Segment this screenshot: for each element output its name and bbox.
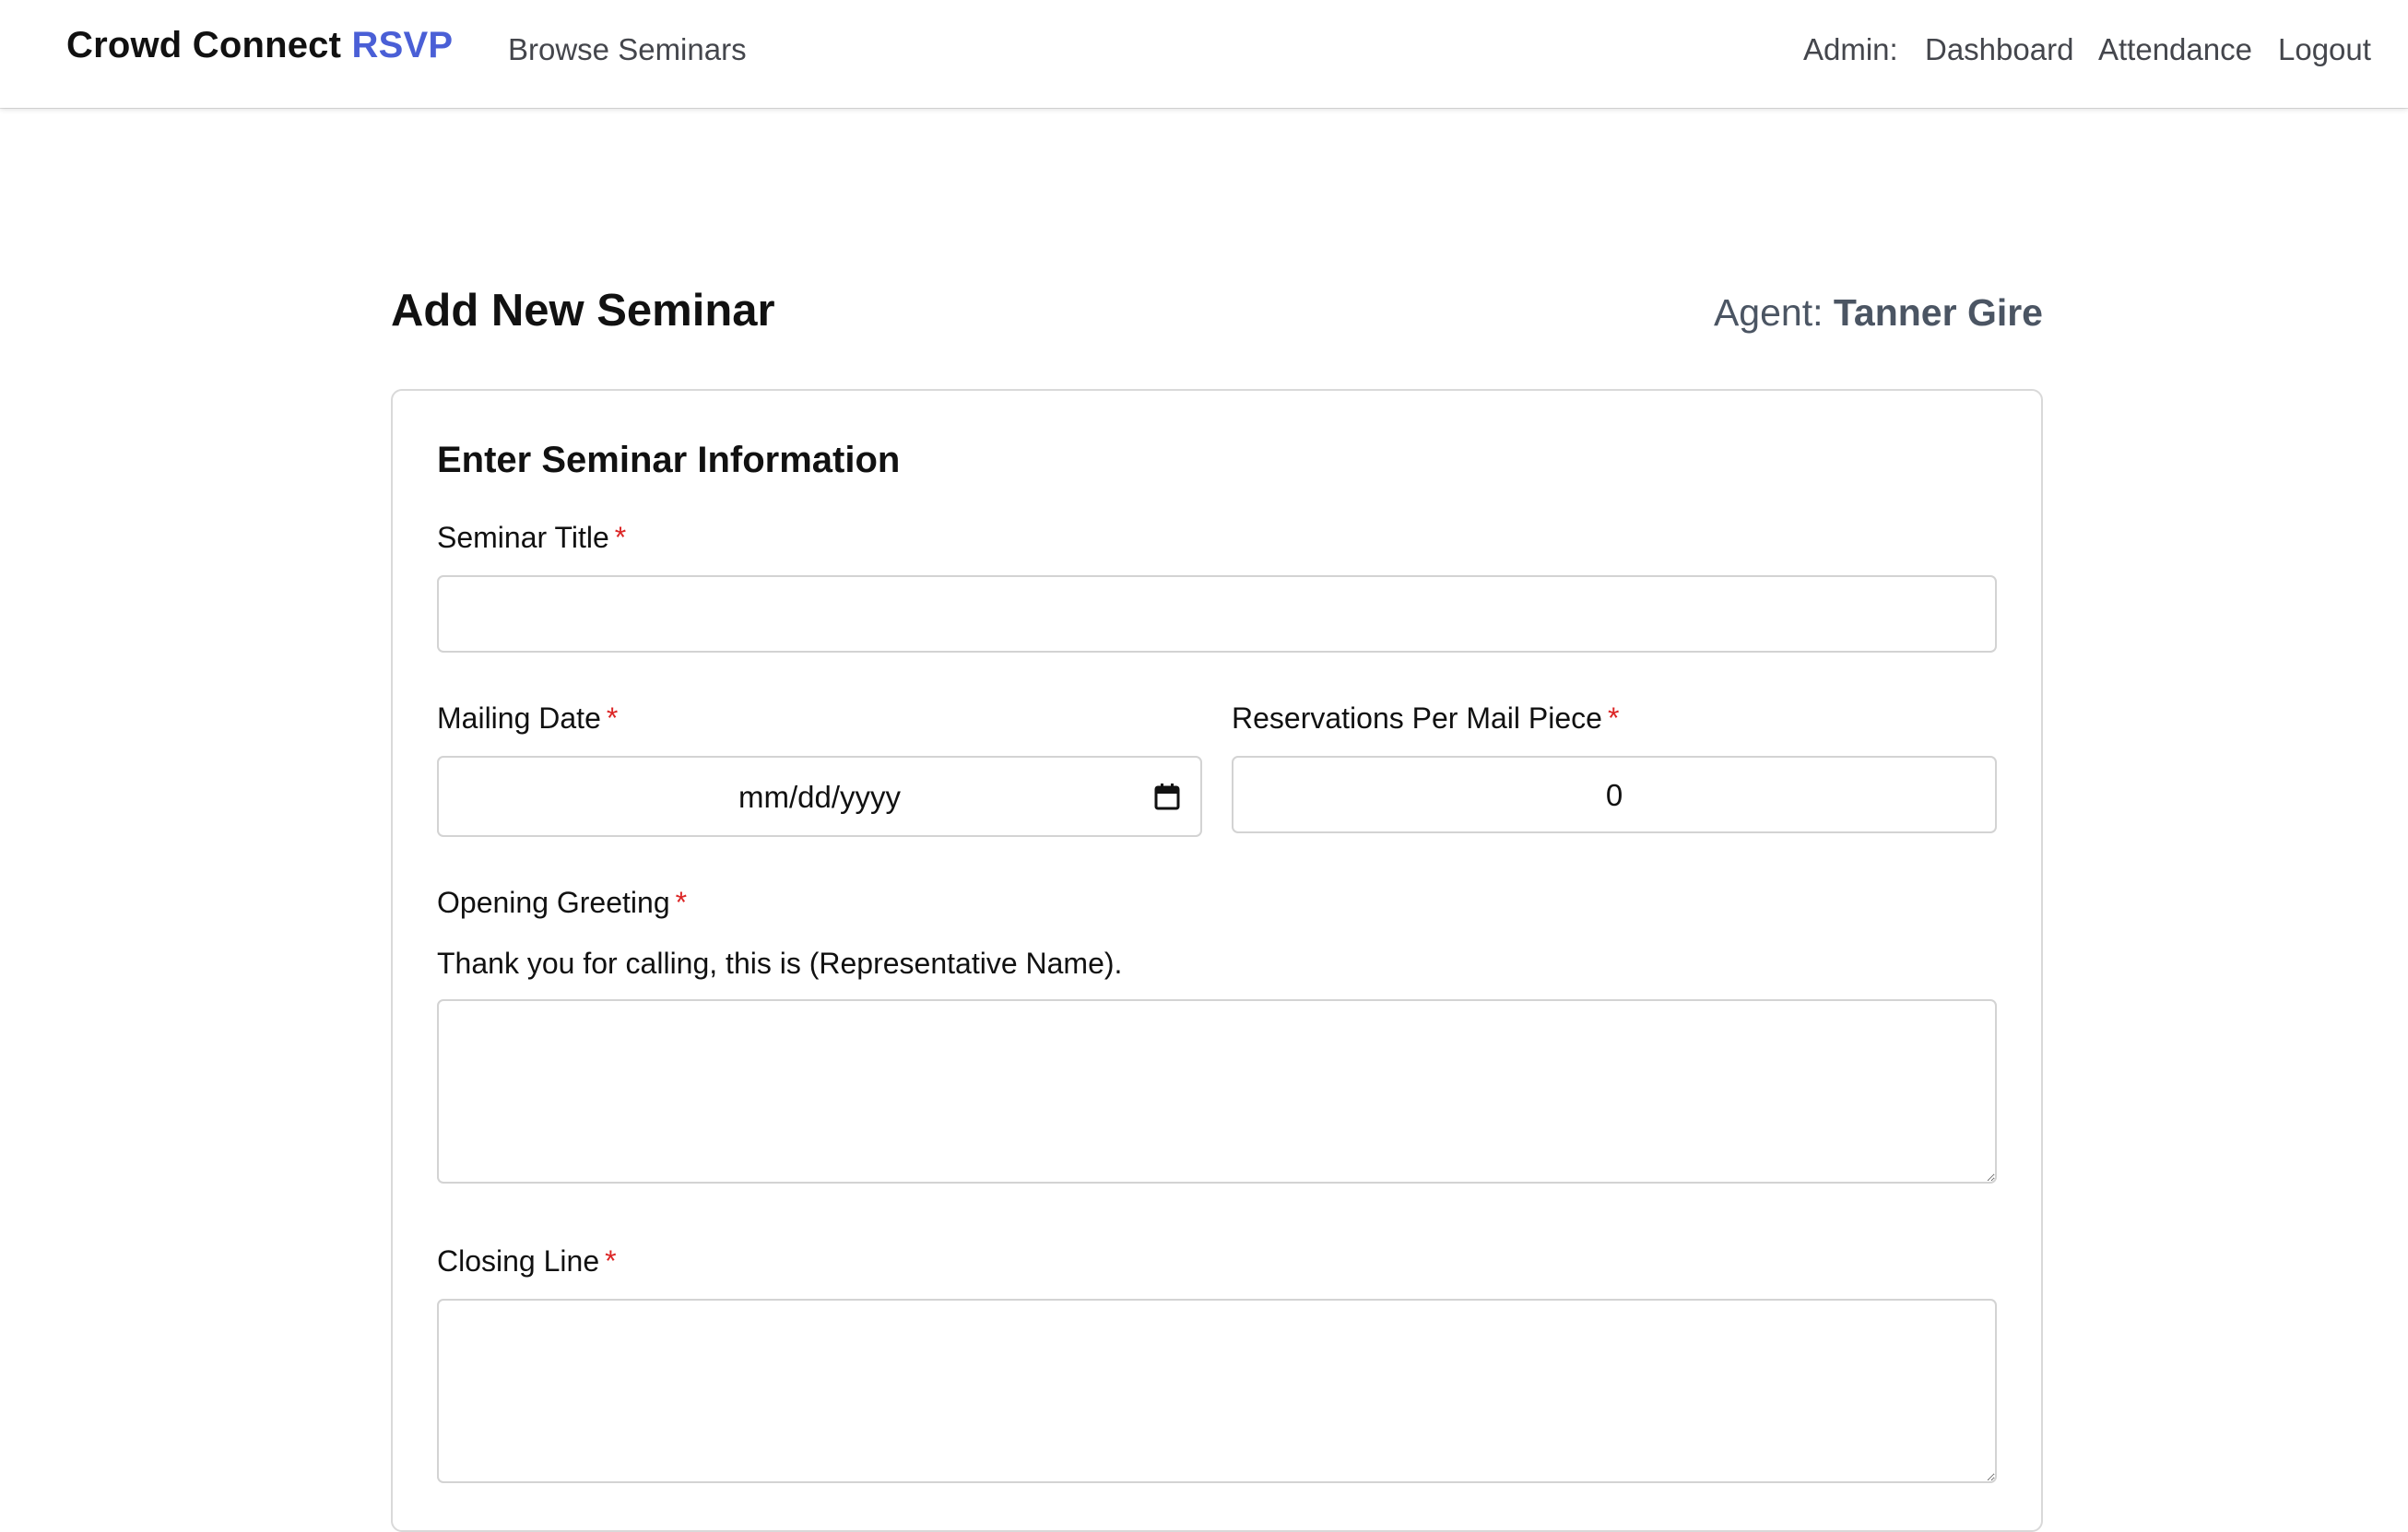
nav-attendance[interactable]: Attendance (2098, 32, 2252, 67)
top-navbar: Crowd Connect RSVP Browse Seminars Admin… (0, 0, 2408, 108)
opening-greeting-helper: Thank you for calling, this is (Represen… (437, 947, 1123, 980)
brand-logo-link[interactable]: Crowd Connect RSVP (66, 25, 453, 66)
nav-browse-seminars[interactable]: Browse Seminars (508, 32, 747, 67)
mailing-date-label: Mailing Date * (437, 701, 618, 736)
mailing-date-label-text: Mailing Date (437, 701, 601, 735)
nav-dashboard[interactable]: Dashboard (1925, 32, 2073, 67)
form-section-title: Enter Seminar Information (437, 440, 901, 480)
agent-info: Agent: Tanner Gire (1714, 291, 2043, 335)
closing-line-label: Closing Line * (437, 1244, 617, 1279)
required-asterisk: * (605, 1244, 617, 1278)
brand-name: Crowd Connect (66, 25, 342, 65)
reservations-value: 0 (1605, 778, 1623, 812)
brand-accent: RSVP (351, 25, 454, 65)
opening-greeting-label-text: Opening Greeting (437, 886, 670, 919)
agent-label: Agent: (1713, 291, 1824, 334)
required-asterisk: * (675, 886, 688, 919)
nav-admin-label: Admin: (1803, 32, 1898, 66)
opening-greeting-textarea[interactable] (437, 999, 1997, 1184)
opening-greeting-label: Opening Greeting * (437, 886, 687, 920)
calendar-icon[interactable] (1154, 783, 1180, 810)
reservations-label-text: Reservations Per Mail Piece (1232, 701, 1602, 735)
reservations-label: Reservations Per Mail Piece * (1232, 701, 1619, 736)
page-title: Add New Seminar (391, 286, 775, 336)
seminar-title-label: Seminar Title * (437, 521, 626, 555)
mailing-date-input[interactable]: mm/dd/yyyy (437, 756, 1202, 837)
nav-logout[interactable]: Logout (2278, 32, 2371, 67)
reservations-input[interactable]: 0 (1232, 756, 1997, 833)
mailing-date-placeholder: mm/dd/yyyy (738, 780, 902, 814)
required-asterisk: * (1607, 701, 1620, 735)
closing-line-label-text: Closing Line (437, 1244, 600, 1278)
seminar-title-input[interactable] (437, 575, 1997, 653)
seminar-title-label-text: Seminar Title (437, 521, 609, 554)
required-asterisk: * (614, 521, 627, 554)
closing-line-textarea[interactable] (437, 1299, 1997, 1483)
agent-name: Tanner Gire (1833, 291, 2043, 334)
required-asterisk: * (606, 701, 619, 735)
